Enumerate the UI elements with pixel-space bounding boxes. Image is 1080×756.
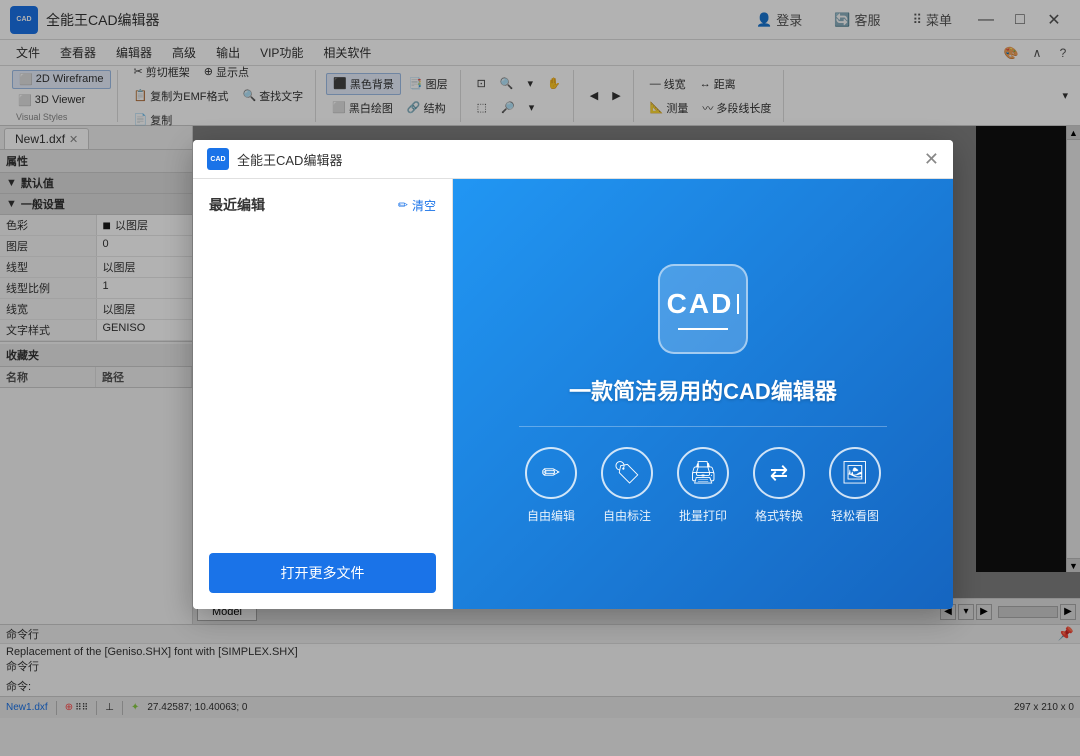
feature-print-icon: 🖨	[677, 447, 729, 499]
dialog-titlebar: CAD 全能王CAD编辑器 ✕	[193, 140, 953, 179]
dialog-tagline: 一款简洁易用的CAD编辑器	[569, 374, 837, 406]
cad-logo-underline	[678, 328, 728, 330]
feature-view-label: 轻松看图	[831, 507, 879, 524]
dialog-right: CAD 一款简洁易用的CAD编辑器 ✏ 自由编辑 🏷	[453, 179, 953, 609]
dialog-body: 最近编辑 ✏ 清空 打开更多文件 CAD	[193, 179, 953, 609]
feature-print-label: 批量打印	[679, 507, 727, 524]
feature-convert-icon: ⇄	[753, 447, 805, 499]
feature-edit: ✏ 自由编辑	[525, 447, 577, 524]
feature-annotate-icon: 🏷	[601, 447, 653, 499]
feature-view: 🖼 轻松看图	[829, 447, 881, 524]
feature-annotate: 🏷 自由标注	[601, 447, 653, 524]
feature-convert-label: 格式转换	[755, 507, 803, 524]
feature-print: 🖨 批量打印	[677, 447, 729, 524]
dialog-logo: CAD	[207, 148, 229, 170]
cursor-graphic	[737, 294, 739, 314]
dialog-left: 最近编辑 ✏ 清空 打开更多文件	[193, 179, 453, 609]
dialog-close-button[interactable]: ✕	[924, 150, 939, 168]
dialog-title: 全能王CAD编辑器	[237, 150, 924, 169]
open-more-button[interactable]: 打开更多文件	[209, 553, 436, 593]
feature-annotate-label: 自由标注	[603, 507, 651, 524]
feature-convert: ⇄ 格式转换	[753, 447, 805, 524]
dialog-divider	[519, 426, 887, 427]
recent-header: 最近编辑 ✏ 清空	[209, 195, 436, 215]
feature-edit-label: 自由编辑	[527, 507, 575, 524]
recent-list	[209, 227, 436, 553]
feature-edit-icon: ✏	[525, 447, 577, 499]
feature-icons: ✏ 自由编辑 🏷 自由标注 🖨 批量打印 ⇄ 格式转换	[525, 447, 881, 524]
eraser-icon: ✏	[398, 198, 408, 212]
cad-logo-text: CAD	[667, 288, 734, 320]
cursor-v-line	[737, 294, 739, 314]
dialog-overlay: CAD 全能王CAD编辑器 ✕ 最近编辑 ✏ 清空 打开更多文件	[0, 0, 1080, 756]
cad-logo-box: CAD	[658, 264, 748, 354]
cad-logo-inner: CAD	[667, 288, 740, 320]
dialog-logo-text: CAD	[210, 156, 225, 163]
feature-view-icon: 🖼	[829, 447, 881, 499]
clear-button[interactable]: ✏ 清空	[398, 197, 436, 214]
recent-label: 最近编辑	[209, 195, 265, 215]
dialog: CAD 全能王CAD编辑器 ✕ 最近编辑 ✏ 清空 打开更多文件	[193, 140, 953, 609]
